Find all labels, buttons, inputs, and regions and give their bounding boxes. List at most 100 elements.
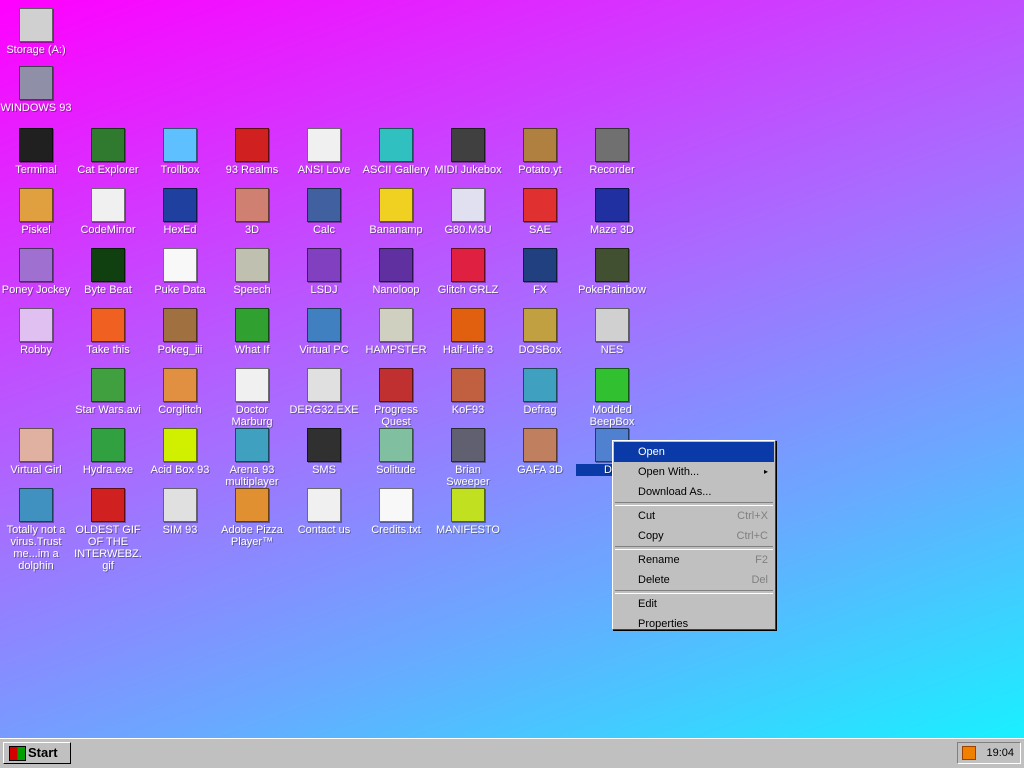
desktop-icon-maze-3d[interactable]: Maze 3D: [576, 188, 648, 236]
desktop-icon-doctor-marburg[interactable]: Doctor Marburg: [216, 368, 288, 428]
desktop-icon-codemirror[interactable]: CodeMirror: [72, 188, 144, 236]
desktop-icon-robby[interactable]: Robby: [0, 308, 72, 356]
desktop-icon-potato[interactable]: Potato.yt: [504, 128, 576, 176]
desktop-icon-kof93[interactable]: KoF93: [432, 368, 504, 416]
desktop-icon-oldest-gif[interactable]: OLDEST GIF OF THE INTERWEBZ.gif: [72, 488, 144, 572]
desktop-icon-glitch-grlz[interactable]: Glitch GRLZ: [432, 248, 504, 296]
desktop-icon-ascii-gallery[interactable]: ASCII Gallery: [360, 128, 432, 176]
desktop-icon-fx[interactable]: FX: [504, 248, 576, 296]
desktop-icon-nanoloop[interactable]: Nanoloop: [360, 248, 432, 296]
desktop-icon-gafa-3d[interactable]: GAFA 3D: [504, 428, 576, 476]
banana-icon: [379, 188, 413, 222]
menu-item-label: Delete: [638, 574, 670, 586]
menu-item-properties[interactable]: Properties: [614, 614, 774, 634]
icon-label: LSDJ: [310, 284, 338, 296]
desktop-icon-virtual-pc[interactable]: Virtual PC: [288, 308, 360, 356]
icon-label: 3D: [244, 224, 260, 236]
desktop-icon-defrag[interactable]: Defrag: [504, 368, 576, 416]
icon-label: SAE: [528, 224, 551, 236]
desktop-icon-hydra[interactable]: Hydra.exe: [72, 428, 144, 476]
desktop-icon-arena-93[interactable]: Arena 93 multiplayer: [216, 428, 288, 488]
menu-item-edit[interactable]: Edit: [614, 594, 774, 614]
hydra-icon: [91, 428, 125, 462]
lambda-icon: [451, 308, 485, 342]
desktop-icon-hampster[interactable]: HAMPSTER: [360, 308, 432, 356]
text-file-icon: [379, 488, 413, 522]
desktop-icon-credits[interactable]: Credits.txt: [360, 488, 432, 536]
terminal-icon: [19, 128, 53, 162]
desktop-icon-sim-93[interactable]: SIM 93: [144, 488, 216, 536]
desktop-icon-puke-data[interactable]: Puke Data: [144, 248, 216, 296]
desktop-icon-storage[interactable]: Storage (A:): [0, 8, 72, 56]
book-icon: [163, 488, 197, 522]
desktop-icon-corglitch[interactable]: Corglitch: [144, 368, 216, 416]
desktop-icon-midi-jukebox[interactable]: MIDI Jukebox: [432, 128, 504, 176]
desktop-icon-g80-m3u[interactable]: G80.M3U: [432, 188, 504, 236]
question-mark-icon: [451, 488, 485, 522]
desktop-icon-windows93[interactable]: WINDOWS 93: [0, 66, 72, 114]
desktop-icon-sms[interactable]: SMS: [288, 428, 360, 476]
calculator-icon: [307, 188, 341, 222]
desktop-icon-speech[interactable]: Speech: [216, 248, 288, 296]
desktop-icon-sae[interactable]: SAE: [504, 188, 576, 236]
byte-beat-icon: [91, 248, 125, 282]
menu-item-delete[interactable]: Delete Del: [614, 570, 774, 590]
menu-item-copy[interactable]: Copy Ctrl+C: [614, 526, 774, 546]
smiley-icon: [163, 428, 197, 462]
desktop-icon-3d[interactable]: 3D: [216, 188, 288, 236]
desktop-icon-lsdj[interactable]: LSDJ: [288, 248, 360, 296]
menu-item-download-as[interactable]: Download As...: [614, 482, 774, 502]
desktop-icon-piskel[interactable]: Piskel: [0, 188, 72, 236]
rss-icon[interactable]: [962, 746, 976, 760]
desktop-icon-modded-beepbox[interactable]: Modded BeepBox: [576, 368, 648, 428]
desktop-icon-take-this[interactable]: Take this: [72, 308, 144, 356]
mine-icon: [451, 428, 485, 462]
desktop-icon-contact-us[interactable]: Contact us: [288, 488, 360, 536]
desktop-icon-dolphin[interactable]: Totally not a virus.Trust me...im a dolp…: [0, 488, 72, 572]
desktop-icon-star-wars[interactable]: Star Wars.avi: [72, 368, 144, 416]
desktop-icon-trollbox[interactable]: Trollbox: [144, 128, 216, 176]
desktop-icon-hexed[interactable]: HexEd: [144, 188, 216, 236]
desktop-icon-nes[interactable]: NES: [576, 308, 648, 356]
menu-item-shortcut: Ctrl+X: [737, 510, 768, 522]
desktop-icon-calc[interactable]: Calc: [288, 188, 360, 236]
menu-item-cut[interactable]: Cut Ctrl+X: [614, 506, 774, 526]
desktop-icon-poney-jockey[interactable]: Poney Jockey: [0, 248, 72, 296]
desktop-icon-solitude[interactable]: Solitude: [360, 428, 432, 476]
submenu-arrow-icon: ▸: [763, 467, 768, 476]
menu-item-shortcut: Ctrl+C: [736, 530, 768, 542]
menu-item-rename[interactable]: Rename F2: [614, 550, 774, 570]
icon-label: Adobe Pizza Player™: [221, 524, 283, 548]
desktop-icon-acid-box[interactable]: Acid Box 93: [144, 428, 216, 476]
desktop-icon-terminal[interactable]: Terminal: [0, 128, 72, 176]
desktop-icon-brian-sweeper[interactable]: Brian Sweeper: [432, 428, 504, 488]
icon-label: Totally not a virus.Trust me...im a dolp…: [6, 524, 66, 572]
desktop-icon-pokerainbow[interactable]: PokeRainbow: [576, 248, 648, 296]
menu-item-open-with[interactable]: Open With... ▸: [614, 462, 774, 482]
desktop-icon-recorder[interactable]: Recorder: [576, 128, 648, 176]
desktop-icon-dosbox[interactable]: DOSBox: [504, 308, 576, 356]
start-button[interactable]: Start: [3, 742, 71, 764]
desktop-icon-what-if[interactable]: What If: [216, 308, 288, 356]
grid-screen-icon: [235, 308, 269, 342]
desktop-icon-ansi-love[interactable]: ANSI Love: [288, 128, 360, 176]
defrag-icon: [523, 368, 557, 402]
desktop[interactable]: Storage (A:) WINDOWS 93 Terminal Cat Exp…: [0, 0, 1024, 738]
icon-label: What If: [234, 344, 270, 356]
desktop-icon-half-life-3[interactable]: Half-Life 3: [432, 308, 504, 356]
desktop-icon-pokeg[interactable]: Pokeg_iii: [144, 308, 216, 356]
icon-label: Progress Quest: [373, 404, 419, 428]
desktop-icon-manifesto[interactable]: MANIFESTO: [432, 488, 504, 536]
desktop-icon-byte-beat[interactable]: Byte Beat: [72, 248, 144, 296]
menu-item-open[interactable]: Open: [614, 442, 774, 462]
desktop-icon-93-realms[interactable]: 93 Realms: [216, 128, 288, 176]
desktop-icon-bananamp[interactable]: Bananamp: [360, 188, 432, 236]
desktop-icon-virtual-girl[interactable]: Virtual Girl: [0, 428, 72, 476]
icon-label: Robby: [20, 344, 52, 356]
desktop-icon-cat-explorer[interactable]: Cat Explorer: [72, 128, 144, 176]
icon-label: NES: [600, 344, 624, 356]
menu-item-shortcut: Del: [751, 574, 768, 586]
desktop-icon-derg32[interactable]: DERG32.EXE: [288, 368, 360, 416]
desktop-icon-pizza-player[interactable]: Adobe Pizza Player™: [216, 488, 288, 548]
desktop-icon-progress-quest[interactable]: Progress Quest: [360, 368, 432, 428]
